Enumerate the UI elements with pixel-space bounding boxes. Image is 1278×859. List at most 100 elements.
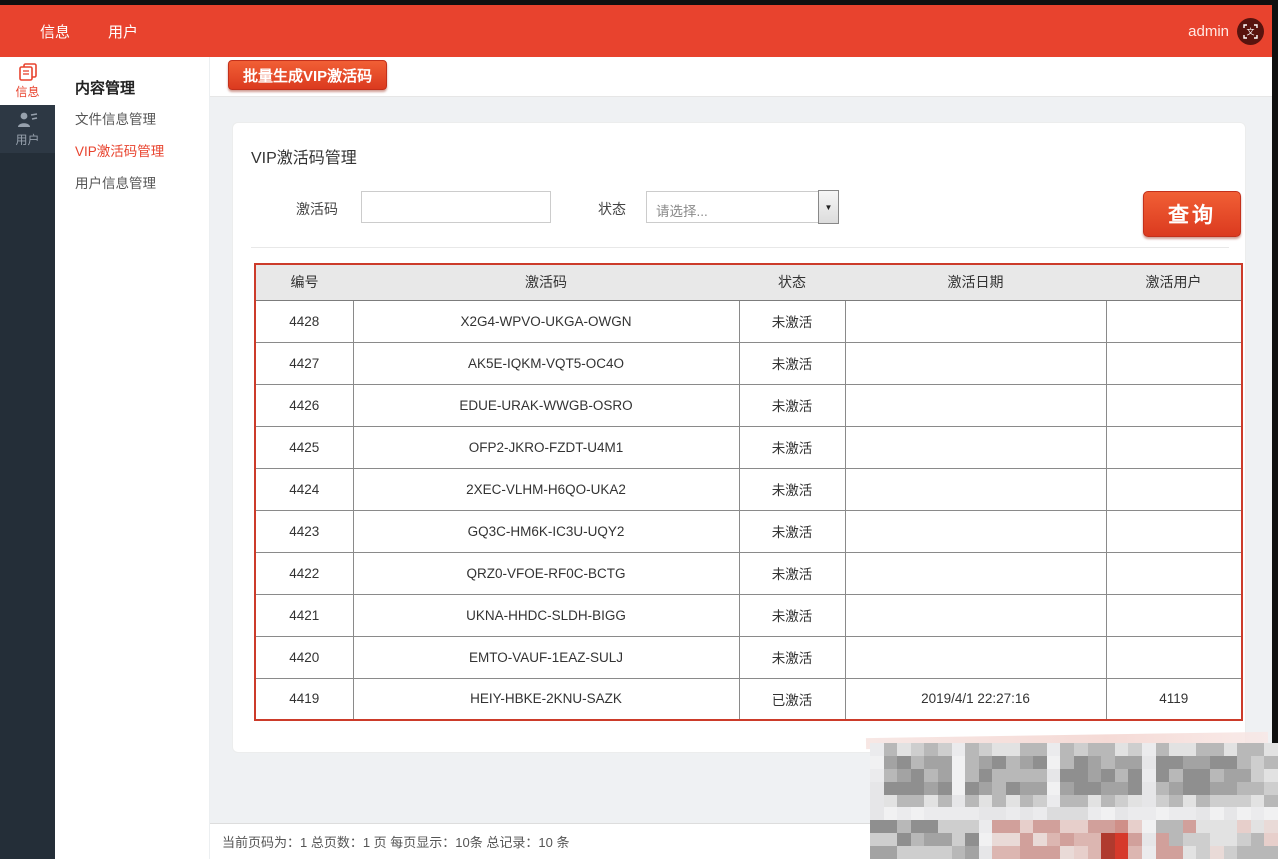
mosaic-block — [1006, 769, 1020, 782]
mosaic-block — [1006, 782, 1020, 795]
mosaic-block — [1183, 820, 1197, 833]
mosaic-block — [1196, 795, 1210, 808]
mosaic-block — [1156, 795, 1170, 808]
logged-in-user[interactable]: admin — [1188, 23, 1229, 40]
mosaic-block — [1006, 833, 1020, 846]
mosaic-block — [965, 756, 979, 769]
mosaic-block — [897, 795, 911, 808]
mosaic-block — [1183, 795, 1197, 808]
mosaic-block — [1169, 807, 1183, 820]
table-cell: GQ3C-HM6K-IC3U-UQY2 — [353, 510, 739, 552]
query-button[interactable]: 查询 — [1143, 191, 1241, 237]
mosaic-block — [870, 782, 884, 795]
submenu-header: 内容管理 — [75, 77, 209, 98]
mosaic-block — [1006, 756, 1020, 769]
table-cell — [1106, 468, 1242, 510]
mosaic-block — [1156, 756, 1170, 769]
mosaic-block — [979, 833, 993, 846]
top-nav: 信息 用户 — [40, 21, 138, 42]
toolbar: 批量生成VIP激活码 — [210, 57, 1278, 97]
mosaic-block — [1074, 807, 1088, 820]
mosaic-block — [1006, 795, 1020, 808]
icon-sidebar: 信息 用户 — [0, 57, 55, 859]
mosaic-block — [1020, 756, 1034, 769]
mosaic-block — [1237, 782, 1251, 795]
submenu-item-user-info[interactable]: 用户信息管理 — [75, 172, 209, 192]
mosaic-block — [1115, 846, 1129, 859]
mosaic-block — [911, 743, 925, 756]
mosaic-block — [1169, 769, 1183, 782]
table-header-cell: 激活日期 — [845, 264, 1106, 300]
mosaic-block — [1183, 807, 1197, 820]
sidebar-item-users[interactable]: 用户 — [0, 105, 55, 153]
table-header-cell: 激活码 — [353, 264, 739, 300]
mosaic-block — [938, 846, 952, 859]
table-cell: QRZ0-VFOE-RF0C-BCTG — [353, 552, 739, 594]
mosaic-block — [911, 820, 925, 833]
mosaic-block — [1088, 820, 1102, 833]
mosaic-block — [965, 820, 979, 833]
mosaic-block — [1251, 846, 1265, 859]
table-cell: EMTO-VAUF-1EAZ-SULJ — [353, 636, 739, 678]
mosaic-block — [1128, 833, 1142, 846]
table-cell — [845, 342, 1106, 384]
mosaic-block — [965, 833, 979, 846]
mosaic-block — [1264, 820, 1278, 833]
table-cell — [845, 468, 1106, 510]
mosaic-block — [952, 769, 966, 782]
mosaic-block — [870, 833, 884, 846]
mosaic-block — [870, 756, 884, 769]
status-select[interactable]: 请选择... ▼ — [646, 191, 839, 223]
translate-scan-icon[interactable]: 文 — [1237, 18, 1264, 45]
mosaic-block — [1128, 782, 1142, 795]
mosaic-block — [1183, 782, 1197, 795]
activation-code-label: 激活码 — [233, 199, 338, 219]
table-row: 4427AK5E-IQKM-VQT5-OC4O未激活 — [255, 342, 1242, 384]
mosaic-block — [911, 795, 925, 808]
mosaic-block — [1060, 795, 1074, 808]
top-nav-info[interactable]: 信息 — [40, 21, 70, 42]
table-cell: 2XEC-VLHM-H6QO-UKA2 — [353, 468, 739, 510]
top-nav-users[interactable]: 用户 — [108, 21, 138, 42]
mosaic-block — [1033, 743, 1047, 756]
mosaic-block — [1264, 833, 1278, 846]
batch-generate-button[interactable]: 批量生成VIP激活码 — [228, 60, 387, 90]
table-row: 4428X2G4-WPVO-UKGA-OWGN未激活 — [255, 300, 1242, 342]
mosaic-block — [952, 846, 966, 859]
mosaic-block — [1264, 795, 1278, 808]
mosaic-block — [1237, 820, 1251, 833]
mosaic-block — [1237, 743, 1251, 756]
table-cell: 未激活 — [739, 594, 845, 636]
mosaic-block — [1224, 795, 1238, 808]
mosaic-block — [924, 820, 938, 833]
mosaic-block — [924, 756, 938, 769]
mosaic-block — [1251, 756, 1265, 769]
sidebar-item-info[interactable]: 信息 — [0, 57, 55, 105]
pagination-summary: 当前页码为：1 总页数：1 页 每页显示：10条 总记录：10 条 — [222, 832, 569, 851]
mosaic-block — [1060, 769, 1074, 782]
mosaic-block — [965, 807, 979, 820]
mosaic-block — [1020, 782, 1034, 795]
submenu-item-vip-codes[interactable]: VIP激活码管理 — [75, 140, 209, 160]
mosaic-block — [1101, 820, 1115, 833]
mosaic-block — [1115, 820, 1129, 833]
mosaic-block — [1088, 769, 1102, 782]
table-cell: 未激活 — [739, 300, 845, 342]
mosaic-block — [1088, 807, 1102, 820]
divider — [251, 247, 1229, 248]
activation-code-input[interactable] — [361, 191, 551, 223]
mosaic-block — [1224, 833, 1238, 846]
mosaic-block — [1128, 756, 1142, 769]
mosaic-block — [1264, 807, 1278, 820]
mosaic-block — [992, 833, 1006, 846]
mosaic-block — [1088, 833, 1102, 846]
mosaic-block — [979, 795, 993, 808]
mosaic-block — [1101, 743, 1115, 756]
mosaic-block — [1101, 807, 1115, 820]
dropdown-button[interactable]: ▼ — [818, 190, 839, 224]
mosaic-block — [992, 795, 1006, 808]
submenu-item-file-info[interactable]: 文件信息管理 — [75, 108, 209, 128]
mosaic-block — [1074, 795, 1088, 808]
mosaic-block — [1074, 769, 1088, 782]
mosaic-block — [1088, 743, 1102, 756]
